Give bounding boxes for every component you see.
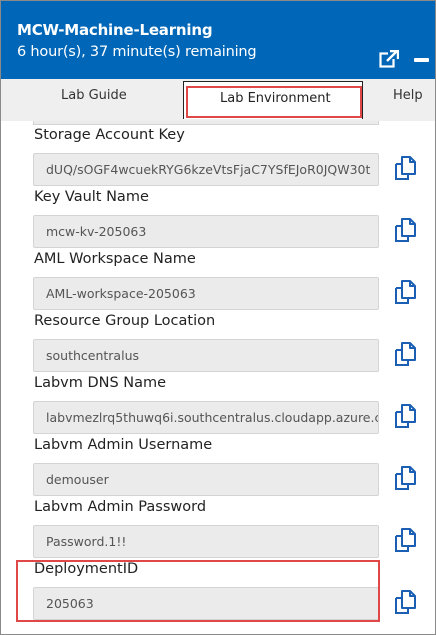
copy-icon[interactable] [393,341,417,367]
field-label-storage-account-key: Storage Account Key [34,127,185,143]
environment-details: Storage Account Key dUQ/sOGF4wcuekRYG6kz… [1,121,435,634]
copy-icon[interactable] [393,217,417,243]
field-value: labvmezlrq5thuwq6i.southcentralus.clouda… [46,410,379,425]
copy-icon[interactable] [393,589,417,615]
previous-field-box [33,121,379,125]
field-labvm-dns-name[interactable]: labvmezlrq5thuwq6i.southcentralus.clouda… [33,401,379,434]
field-value: mcw-kv-205063 [46,224,147,239]
time-remaining: 6 hour(s), 37 minute(s) remaining [17,44,257,60]
field-value: Password.1!! [46,534,127,549]
copy-icon[interactable] [393,527,417,553]
field-label-key-vault-name: Key Vault Name [34,189,149,205]
tab-lab-guide[interactable]: Lab Guide [61,88,127,103]
field-value: demouser [46,472,109,487]
lab-panel: MCW-Machine-Learning 6 hour(s), 37 minut… [0,0,436,635]
tab-highlight-box [186,86,362,118]
field-storage-account-key[interactable]: dUQ/sOGF4wcuekRYG6kzeVtsFjaC7YSfEJoR0JQW… [33,153,379,186]
copy-icon[interactable] [393,403,417,429]
copy-icon[interactable] [393,155,417,181]
field-value: AML-workspace-205063 [46,286,196,301]
panel-header: MCW-Machine-Learning 6 hour(s), 37 minut… [1,1,435,79]
field-labvm-admin-username[interactable]: demouser [33,463,379,496]
field-label-resource-group-location: Resource Group Location [34,313,216,329]
copy-icon[interactable] [393,465,417,491]
minimize-icon[interactable] [414,58,429,62]
deployment-id-highlight-box [16,560,380,622]
field-key-vault-name[interactable]: mcw-kv-205063 [33,215,379,248]
field-value: dUQ/sOGF4wcuekRYG6kzeVtsFjaC7YSfEJoR0JQW… [46,162,371,177]
tab-lab-environment[interactable]: Lab Environment [183,81,363,119]
tab-help[interactable]: Help [393,88,423,103]
popout-icon[interactable] [379,50,399,68]
tab-bar: Lab Guide Lab Environment Help [1,79,435,121]
field-labvm-admin-password[interactable]: Password.1!! [33,525,379,558]
field-label-labvm-dns-name: Labvm DNS Name [34,375,167,391]
field-label-aml-workspace-name: AML Workspace Name [34,251,196,267]
field-label-labvm-admin-password: Labvm Admin Password [34,499,207,515]
lab-title: MCW-Machine-Learning [17,21,213,39]
copy-icon[interactable] [393,279,417,305]
field-aml-workspace-name[interactable]: AML-workspace-205063 [33,277,379,310]
field-value: southcentralus [46,348,139,363]
field-resource-group-location[interactable]: southcentralus [33,339,379,372]
field-label-labvm-admin-username: Labvm Admin Username [34,437,213,453]
